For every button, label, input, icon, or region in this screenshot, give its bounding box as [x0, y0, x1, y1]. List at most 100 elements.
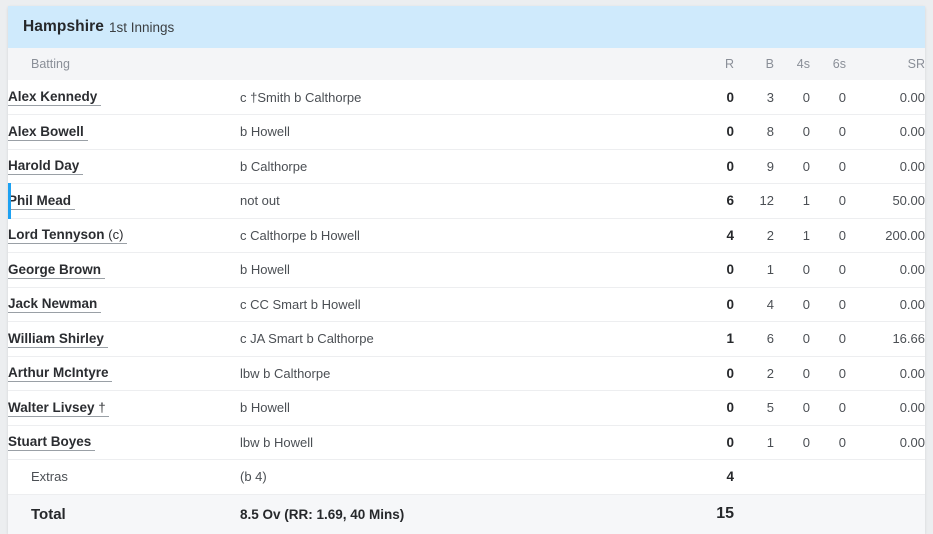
column-header-sixes: 6s	[832, 57, 846, 71]
sixes-value: 0	[838, 262, 846, 278]
extras-row: Extras (b 4) 4	[8, 459, 925, 495]
table-row[interactable]: William Shirley c JA Smart b Calthorpe 1 6…	[8, 321, 925, 356]
innings-team-name: Hampshire	[23, 18, 105, 35]
runs-value: 0	[726, 158, 734, 174]
column-header-runs: R	[724, 57, 734, 71]
innings-label: 1st Innings	[109, 19, 175, 35]
balls-value: 4	[766, 296, 774, 312]
balls-value: 9	[766, 158, 774, 174]
player-link[interactable]: Lord Tennyson (c)	[8, 227, 128, 245]
player-name-cell: George Brown	[8, 253, 240, 288]
runs-value: 1	[726, 331, 734, 347]
total-runs: 15	[716, 505, 734, 523]
fours-value: 0	[802, 158, 810, 174]
player-name: Alex Bowell	[8, 123, 84, 139]
strikerate-value: 0.00	[899, 89, 925, 105]
player-name: Lord Tennyson	[8, 227, 105, 243]
dismissal-text: b Howell	[240, 400, 290, 416]
dismissal-text: lbw b Howell	[240, 434, 313, 450]
player-name-cell: Phil Mead	[8, 182, 240, 219]
player-link[interactable]: Arthur McIntyre	[8, 365, 113, 383]
fours-value: 1	[802, 193, 810, 209]
table-row[interactable]: Alex Kennedy c †Smith b Calthorpe 0 3 0 0 0.0…	[8, 80, 925, 115]
fours-value: 0	[802, 296, 810, 312]
balls-value: 3	[766, 89, 774, 105]
table-row[interactable]: Jack Newman c CC Smart b Howell 0 4 0 0 0.00	[8, 287, 925, 322]
runs-value: 0	[726, 89, 734, 105]
column-header-batting: Batting	[31, 57, 70, 71]
dismissal-text: lbw b Calthorpe	[240, 365, 331, 381]
extras-runs: 4	[726, 469, 734, 485]
player-name-cell: Jack Newman	[8, 287, 240, 322]
fours-value: 0	[802, 331, 810, 347]
sixes-value: 0	[838, 331, 846, 347]
table-row[interactable]: Lord Tennyson (c) c Calthorpe b Howell 4 2…	[8, 218, 925, 253]
player-name: Stuart Boyes	[8, 434, 92, 450]
header-row: Batting R B 4s 6s SR	[8, 48, 925, 80]
player-link[interactable]: William Shirley	[8, 330, 108, 348]
strikerate-value: 50.00	[892, 193, 925, 209]
table-row[interactable]: Phil Mead not out 6 12 1 0 50.00	[8, 182, 925, 219]
player-link[interactable]: Phil Mead	[8, 193, 75, 210]
column-header-strikerate: SR	[907, 57, 925, 71]
total-label: Total	[31, 505, 66, 523]
balls-value: 6	[766, 331, 774, 347]
table-row[interactable]: Harold Day b Calthorpe 0 9 0 0 0.00	[8, 149, 925, 184]
sixes-value: 0	[838, 193, 846, 209]
player-name: Arthur McIntyre	[8, 365, 109, 381]
table-row[interactable]: Alex Bowell b Howell 0 8 0 0 0.00	[8, 114, 925, 149]
dismissal-text: c †Smith b Calthorpe	[240, 89, 362, 105]
sixes-value: 0	[838, 227, 846, 243]
table-body: Alex Kennedy c †Smith b Calthorpe 0 3 0 0 0.0…	[8, 80, 925, 534]
table-header: Batting R B 4s 6s SR	[8, 48, 925, 80]
player-name: Harold Day	[8, 158, 80, 174]
column-header-dismissal	[240, 48, 692, 80]
player-link[interactable]: Alex Kennedy	[8, 89, 102, 107]
player-link[interactable]: Jack Newman	[8, 297, 102, 314]
table-row[interactable]: Stuart Boyes lbw b Howell 0 1 0 0 0.00	[8, 425, 925, 460]
total-detail: 8.5 Ov (RR: 1.69, 40 Mins)	[240, 506, 405, 522]
fours-value: 0	[802, 124, 810, 140]
player-link[interactable]: Alex Bowell	[8, 123, 88, 141]
balls-value: 8	[766, 124, 774, 140]
sixes-value: 0	[838, 400, 846, 416]
balls-value: 5	[766, 400, 774, 416]
sixes-value: 0	[838, 434, 846, 450]
player-link[interactable]: Walter Livsey †	[8, 399, 110, 417]
player-link[interactable]: George Brown	[8, 262, 105, 279]
fours-value: 0	[802, 89, 810, 105]
total-blank-6s	[810, 494, 846, 534]
strikerate-value: 200.00	[885, 227, 925, 243]
strikerate-value: 0.00	[899, 296, 925, 312]
extras-detail: (b 4)	[240, 469, 267, 485]
table-row[interactable]: George Brown b Howell 0 1 0 0 0.00	[8, 252, 925, 288]
runs-value: 0	[726, 434, 734, 450]
player-name: William Shirley	[8, 330, 104, 346]
player-name: Walter Livsey	[8, 399, 95, 415]
dismissal-text: c Calthorpe b Howell	[240, 227, 360, 243]
dismissal-text: c JA Smart b Calthorpe	[240, 331, 374, 347]
dismissal-text: not out	[240, 193, 280, 209]
sixes-value: 0	[838, 158, 846, 174]
strikerate-value: 0.00	[899, 434, 925, 450]
sixes-value: 0	[838, 89, 846, 105]
balls-value: 12	[759, 193, 774, 209]
table-row[interactable]: Walter Livsey † b Howell 0 5 0 0 0.00	[8, 390, 925, 425]
runs-value: 0	[726, 365, 734, 381]
sixes-value: 0	[838, 296, 846, 312]
player-name-cell: Harold Day	[8, 149, 240, 184]
column-header-balls: B	[765, 57, 774, 71]
total-blank-sr	[846, 494, 925, 534]
player-role-mark: (c)	[108, 227, 124, 243]
player-name-cell: Stuart Boyes	[8, 425, 240, 460]
strikerate-value: 0.00	[899, 124, 925, 140]
table-row[interactable]: Arthur McIntyre lbw b Calthorpe 0 2 0 0 0.00	[8, 356, 925, 391]
player-link[interactable]: Harold Day	[8, 158, 84, 176]
extras-blank-4s	[774, 460, 810, 495]
runs-value: 0	[726, 124, 734, 140]
extras-label: Extras	[31, 469, 68, 485]
player-link[interactable]: Stuart Boyes	[8, 434, 96, 452]
player-name-cell: Arthur McIntyre	[8, 356, 240, 391]
fours-value: 0	[802, 400, 810, 416]
player-role-mark: †	[98, 399, 106, 415]
